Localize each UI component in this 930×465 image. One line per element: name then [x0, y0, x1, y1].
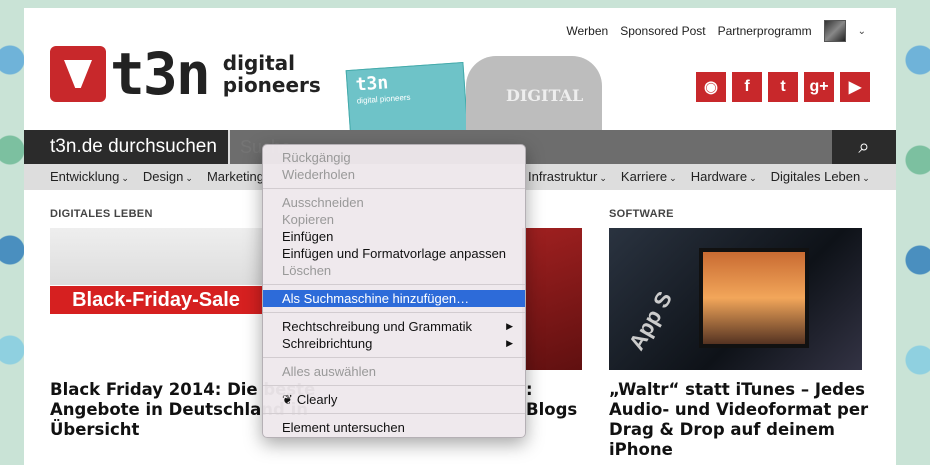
logo-tagline: digital pioneers: [223, 52, 321, 96]
article-image-black-friday[interactable]: Black-Friday-Sale: [50, 228, 262, 370]
nav-label: Hardware: [690, 169, 748, 184]
submenu-arrow-icon: ▶: [506, 321, 513, 331]
article-image-middle[interactable]: [522, 228, 582, 370]
nav-label: Infrastruktur: [528, 169, 598, 184]
menu-item-label: Rechtschreibung und Grammatik: [282, 319, 473, 334]
chevron-down-icon: ⌄: [749, 173, 757, 183]
menu-separator: [263, 188, 525, 189]
nav-entwicklung[interactable]: Entwicklung ⌄: [50, 164, 129, 190]
shirt-text: DIGITAL: [506, 86, 584, 105]
headline-line: Audio- und Videoformat per: [609, 400, 869, 419]
menu-item-add-search-engine[interactable]: Als Suchmaschine hinzufügen…: [263, 290, 525, 307]
magazine-title: t3n: [354, 72, 389, 96]
menu-item-label: Clearly: [296, 392, 338, 407]
black-friday-banner: Black-Friday-Sale: [50, 286, 262, 314]
headline-line: Blogs: [526, 400, 578, 419]
menu-item-spelling[interactable]: Rechtschreibung und Grammatik ▶: [263, 318, 525, 335]
menu-separator: [263, 357, 525, 358]
menu-separator: [263, 385, 525, 386]
chevron-down-icon: ⌄: [121, 173, 129, 183]
menu-item-inspect-element[interactable]: Element untersuchen: [263, 419, 525, 436]
site-logo[interactable]: t3n digital pioneers: [50, 40, 321, 108]
promo-banner[interactable]: t3n digital pioneers DIGITAL: [345, 48, 608, 143]
nav-infrastruktur[interactable]: Infrastruktur ⌄: [528, 164, 607, 190]
chevron-down-icon[interactable]: ⌄: [858, 26, 866, 37]
googleplus-icon[interactable]: g+: [804, 72, 834, 102]
logo-wordmark: t3n: [110, 40, 211, 108]
search-label: t3n.de durchsuchen: [50, 136, 217, 157]
nav-label: Digitales Leben: [770, 169, 861, 184]
chevron-down-icon: ⌄: [862, 173, 870, 183]
menu-item-undo: Rückgängig: [282, 150, 351, 165]
nav-label: Marketing: [206, 169, 265, 184]
headline-line: :: [526, 380, 533, 399]
clearly-icon: ❦: [282, 392, 293, 407]
link-sponsored-post[interactable]: Sponsored Post: [620, 24, 705, 38]
twitter-icon[interactable]: t: [768, 72, 798, 102]
top-links: Werben Sponsored Post Partnerprogramm ⌄: [566, 20, 866, 42]
headline-line: „Waltr“ statt iTunes – Jedes: [609, 380, 865, 399]
app-store-text: App S: [623, 286, 678, 355]
nav-label: Entwicklung: [50, 169, 120, 184]
article-image-waltr[interactable]: App S: [609, 228, 862, 370]
nav-digitales-leben[interactable]: Digitales Leben ⌄: [771, 164, 870, 190]
social-links: ◉ f t g+ ▶: [696, 72, 870, 102]
section-title-left: DIGITALES LEBEN: [50, 208, 153, 220]
menu-item-select-all: Alles auswählen: [282, 364, 376, 379]
menu-separator: [263, 284, 525, 285]
chevron-down-icon: ⌄: [599, 173, 607, 183]
menu-item-label: Schreibrichtung: [282, 336, 373, 351]
menu-separator: [263, 413, 525, 414]
tagline-line-2: pioneers: [222, 73, 321, 97]
nav-label: Design: [142, 169, 184, 184]
t3n-logo-icon: [50, 46, 106, 102]
section-title-right: SOFTWARE: [609, 208, 674, 220]
menu-item-paste-match-style[interactable]: Einfügen und Formatvorlage anpassen: [263, 245, 525, 262]
menu-item-writing-direction[interactable]: Schreibrichtung ▶: [263, 335, 525, 352]
tagline-line-1: digital: [222, 51, 296, 75]
menu-item-redo: Wiederholen: [282, 167, 355, 182]
avatar[interactable]: [823, 20, 846, 42]
nav-design[interactable]: Design ⌄: [143, 164, 193, 190]
menu-item-cut: Ausschneiden: [282, 195, 364, 210]
rss-icon[interactable]: ◉: [696, 72, 726, 102]
article-headline-waltr[interactable]: „Waltr“ statt iTunes – Jedes Audio- und …: [609, 380, 896, 460]
facebook-icon[interactable]: f: [732, 72, 762, 102]
menu-separator: [263, 312, 525, 313]
youtube-icon[interactable]: ▶: [840, 72, 870, 102]
context-menu: Rückgängig Wiederholen Ausschneiden Kopi…: [262, 144, 526, 438]
article-headline-middle[interactable]: : Blogs: [526, 380, 577, 420]
search-icon[interactable]: ⌕: [832, 130, 896, 164]
ipad-screen: [699, 248, 809, 348]
shirt-image: DIGITAL: [466, 56, 602, 136]
link-partnerprogramm[interactable]: Partnerprogramm: [718, 24, 812, 38]
submenu-arrow-icon: ▶: [506, 338, 513, 348]
nav-label: Karriere: [620, 169, 668, 184]
link-werben[interactable]: Werben: [566, 24, 608, 38]
nav-karriere[interactable]: Karriere ⌄: [621, 164, 677, 190]
headline-line: Drag & Drop auf deinem iPhone: [609, 420, 835, 459]
chevron-down-icon: ⌄: [185, 173, 193, 183]
menu-item-paste[interactable]: Einfügen: [263, 228, 525, 245]
menu-item-copy: Kopieren: [282, 212, 335, 227]
menu-item-clearly[interactable]: ❦ Clearly: [263, 391, 525, 408]
nav-hardware[interactable]: Hardware ⌄: [691, 164, 757, 190]
chevron-down-icon: ⌄: [669, 173, 677, 183]
nav-marketing[interactable]: Marketing: [207, 164, 264, 190]
menu-item-delete: Löschen: [282, 263, 332, 278]
